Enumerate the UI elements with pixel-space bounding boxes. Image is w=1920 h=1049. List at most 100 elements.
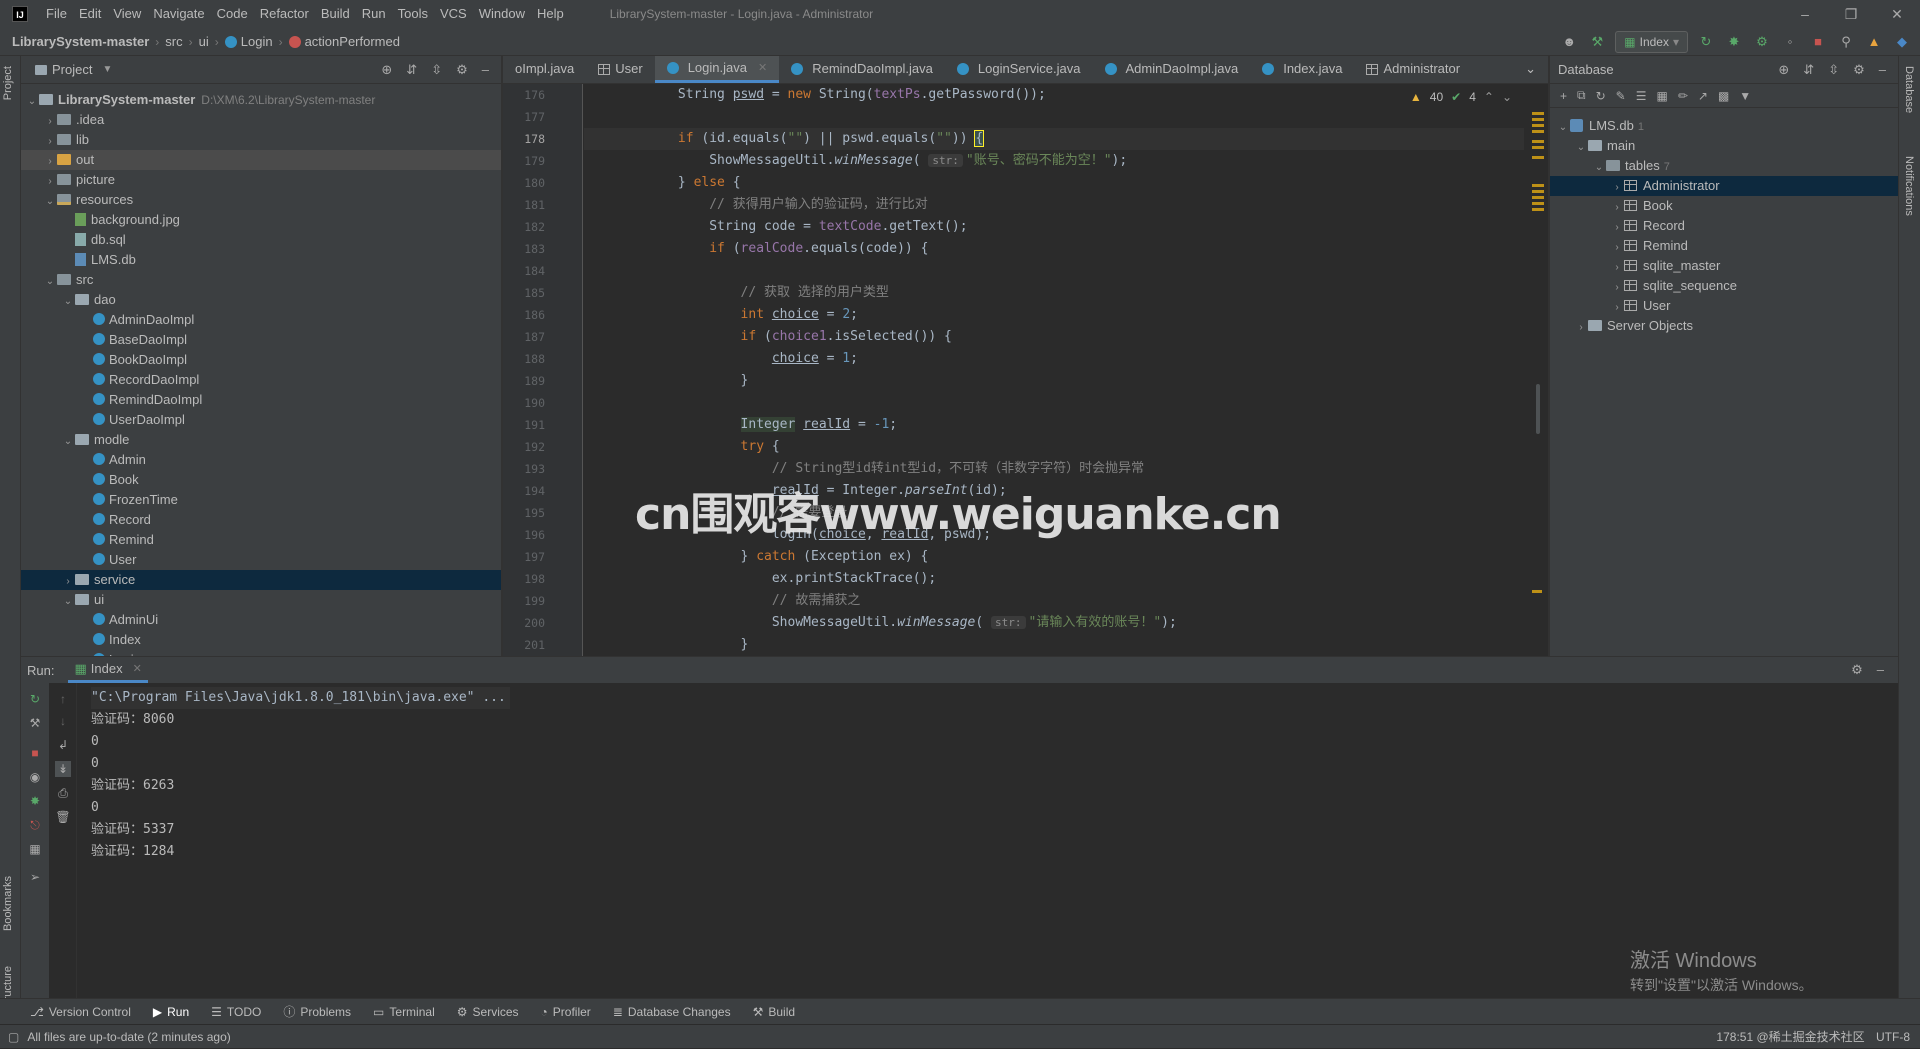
chevron-up-icon[interactable]: ⌃ xyxy=(1484,90,1494,104)
collapse-all-icon[interactable]: ⇳ xyxy=(431,62,442,78)
expand-all-icon[interactable]: ⇵ xyxy=(1803,62,1814,78)
close-icon[interactable]: ✕ xyxy=(758,56,767,82)
menu-tools[interactable]: Tools xyxy=(392,0,434,28)
tab-oimpl-java[interactable]: oImpl.java xyxy=(503,56,586,83)
db-schema-main[interactable]: ⌄ main xyxy=(1550,136,1898,156)
menu-run[interactable]: Run xyxy=(356,0,392,28)
profile-icon[interactable]: ◦ xyxy=(1780,32,1800,52)
tool-tab-profiler[interactable]: ◔ Profiler xyxy=(541,1005,591,1019)
chevron-right-icon[interactable]: › xyxy=(1610,298,1624,318)
menu-view[interactable]: View xyxy=(107,0,147,28)
chevron-down-icon[interactable]: ⌄ xyxy=(1502,90,1512,104)
tree-item[interactable]: AdminDaoImpl xyxy=(21,310,501,330)
hide-icon[interactable]: – xyxy=(1877,662,1884,678)
chevron-down-icon[interactable]: ⌄ xyxy=(61,592,75,612)
debug-icon[interactable]: ✸ xyxy=(27,793,43,809)
console-icon[interactable]: ▩ xyxy=(1718,89,1729,103)
tree-item[interactable]: Index xyxy=(21,630,501,650)
chevron-right-icon[interactable]: › xyxy=(43,112,57,132)
update-icon[interactable]: ▲ xyxy=(1864,32,1884,52)
breadcrumb-method[interactable]: actionPerformed xyxy=(305,34,400,49)
chevron-down-icon[interactable]: ⌄ xyxy=(1592,158,1606,178)
camera-icon[interactable]: ◉ xyxy=(27,769,43,785)
trash-icon[interactable]: 🗑 xyxy=(55,809,71,825)
wrench-icon[interactable]: ⚒ xyxy=(27,715,43,731)
user-icon[interactable]: ☻ xyxy=(1559,32,1579,52)
rerun-icon[interactable]: ↻ xyxy=(27,691,43,707)
tree-item[interactable]: db.sql xyxy=(21,230,501,250)
caret-position[interactable]: 178:51 xyxy=(1716,1030,1753,1044)
tabs-more-icon[interactable]: ⌄ xyxy=(1513,56,1548,83)
debug-icon[interactable]: ✸ xyxy=(1724,32,1744,52)
run-config-select[interactable]: ▦ Index ▾ xyxy=(1615,31,1688,53)
tab-project[interactable]: Project xyxy=(2,66,14,100)
minimize-icon[interactable]: – xyxy=(1782,0,1828,28)
chevron-down-icon[interactable]: ⌄ xyxy=(61,292,75,312)
breadcrumb-src[interactable]: src xyxy=(165,34,182,49)
chevron-down-icon[interactable]: ⌄ xyxy=(61,432,75,452)
db-table-sqlite_sequence[interactable]: › sqlite_sequence xyxy=(1550,276,1898,296)
stop-icon[interactable]: ■ xyxy=(27,745,43,761)
chevron-down-icon[interactable]: ⌄ xyxy=(43,272,57,292)
jump-icon[interactable]: ↗ xyxy=(1698,89,1708,103)
tree-item[interactable]: ⌄ resources xyxy=(21,190,501,210)
code-area[interactable]: String pswd = new String(textPs.getPassw… xyxy=(584,84,1524,656)
tree-item[interactable]: › picture xyxy=(21,170,501,190)
tool-tab-build[interactable]: ⚒ Build xyxy=(753,1005,795,1019)
close-icon[interactable]: ✕ xyxy=(1874,0,1920,28)
restore-icon[interactable]: ❐ xyxy=(1828,0,1874,28)
expand-all-icon[interactable]: ⇵ xyxy=(406,62,417,78)
tool-tab-version-control[interactable]: ⎇ Version Control xyxy=(30,1005,131,1019)
table-icon[interactable]: ▦ xyxy=(1656,89,1667,103)
db-table-book[interactable]: › Book xyxy=(1550,196,1898,216)
tool-tab-problems[interactable]: ⓘ Problems xyxy=(283,1003,351,1020)
tree-item[interactable]: User xyxy=(21,550,501,570)
chevron-right-icon[interactable]: › xyxy=(1574,318,1588,338)
tree-item[interactable]: ⌄ ui xyxy=(21,590,501,610)
console-output[interactable]: "C:\Program Files\Java\jdk1.8.0_181\bin\… xyxy=(91,683,1891,999)
editor-scrollbar[interactable] xyxy=(1528,84,1548,656)
tree-item[interactable]: Book xyxy=(21,470,501,490)
db-server-objects[interactable]: › Server Objects xyxy=(1550,316,1898,336)
chevron-right-icon[interactable]: › xyxy=(1610,218,1624,238)
chevron-down-icon[interactable]: ⌄ xyxy=(1574,138,1588,158)
locate-icon[interactable]: ⊕ xyxy=(1778,62,1789,78)
tool-tab-run[interactable]: ▶ Run xyxy=(153,1005,189,1019)
tool-tab-todo[interactable]: ☰ TODO xyxy=(211,1005,261,1019)
menu-edit[interactable]: Edit xyxy=(73,0,107,28)
tree-item[interactable]: ⌄ dao xyxy=(21,290,501,310)
soft-wrap-icon[interactable]: ↲ xyxy=(55,737,71,753)
tree-item[interactable]: › lib xyxy=(21,130,501,150)
menu-navigate[interactable]: Navigate xyxy=(147,0,210,28)
hide-icon[interactable]: – xyxy=(482,62,489,78)
run-tab-index[interactable]: ▦ Index ✕ xyxy=(68,657,148,683)
chevron-right-icon[interactable]: › xyxy=(43,152,57,172)
tree-item[interactable]: AdminUi xyxy=(21,610,501,630)
tool-tab-services[interactable]: ⚙ Services xyxy=(457,1005,519,1019)
tab-loginservice-java[interactable]: LoginService.java xyxy=(945,56,1093,83)
chevron-right-icon[interactable]: › xyxy=(43,132,57,152)
chevron-right-icon[interactable]: › xyxy=(1610,238,1624,258)
tree-item[interactable]: ⌄ src xyxy=(21,270,501,290)
tab-reminddaoimpl-java[interactable]: RemindDaoImpl.java xyxy=(779,56,945,83)
db-table-record[interactable]: › Record xyxy=(1550,216,1898,236)
arrow-up-icon[interactable]: ↑ xyxy=(55,691,71,707)
tab-notifications[interactable]: Notifications xyxy=(1903,156,1915,216)
tree-item[interactable]: BookDaoImpl xyxy=(21,350,501,370)
tree-item[interactable]: FrozenTime xyxy=(21,490,501,510)
locate-icon[interactable]: ⊕ xyxy=(381,62,392,78)
menu-vcs[interactable]: VCS xyxy=(434,0,473,28)
db-tables[interactable]: ⌄ tables 7 xyxy=(1550,156,1898,176)
tree-item[interactable]: Admin xyxy=(21,450,501,470)
schema-icon[interactable]: ☰ xyxy=(1636,89,1647,103)
breadcrumb-project[interactable]: LibrarySystem-master xyxy=(12,34,149,49)
tree-item[interactable]: Record xyxy=(21,510,501,530)
chevron-right-icon[interactable]: › xyxy=(61,572,75,592)
chevron-right-icon[interactable]: › xyxy=(1610,198,1624,218)
chevron-right-icon[interactable]: › xyxy=(1610,278,1624,298)
rerun-icon[interactable]: ↻ xyxy=(1696,32,1716,52)
scroll-end-icon[interactable]: ↡ xyxy=(55,761,71,777)
db-table-sqlite_master[interactable]: › sqlite_master xyxy=(1550,256,1898,276)
menu-code[interactable]: Code xyxy=(211,0,254,28)
pin-icon[interactable]: ➢ xyxy=(27,869,43,885)
